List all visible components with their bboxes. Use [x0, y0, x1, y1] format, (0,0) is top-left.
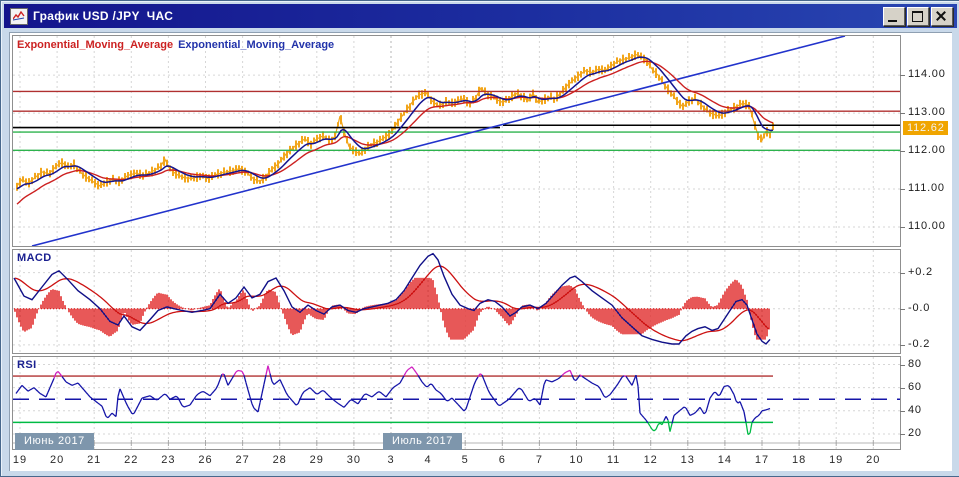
chart-window: График USD /JPY ЧАС Exponential_Moving_A… [0, 0, 959, 477]
y-axis-label: 112.00 [908, 144, 946, 156]
y-axis-tick [900, 189, 905, 190]
y-axis-tick [900, 151, 905, 152]
window-controls [883, 7, 953, 26]
y-axis-tick [900, 434, 905, 435]
price-chart[interactable] [13, 36, 900, 246]
y-axis-label: 80 [908, 358, 922, 370]
ema-slow-label: Exponential_Moving_Average [178, 39, 334, 51]
y-axis-label: 110.00 [908, 220, 946, 232]
candle-series [17, 50, 773, 190]
x-axis-day-label: 20 [50, 454, 64, 466]
y-axis-label: 114.00 [908, 68, 946, 80]
x-axis-day-label: 7 [536, 454, 543, 466]
x-axis-day-label: 23 [161, 454, 175, 466]
x-axis-day-label: 30 [347, 454, 361, 466]
y-axis-label: +0.2 [908, 266, 933, 278]
x-axis-day-label: 19 [829, 454, 843, 466]
chart-area: Exponential_Moving_Average Exponential_Mo… [9, 32, 952, 471]
x-axis-day-label: 12 [644, 454, 658, 466]
current-price-tag: 112.62 [903, 121, 948, 135]
window-title: График USD /JPY ЧАС [33, 9, 173, 23]
macd-signal-line [15, 266, 769, 341]
macd-label: MACD [17, 252, 52, 264]
y-axis-label: -0.2 [908, 338, 930, 350]
y-axis-tick [900, 309, 905, 310]
x-axis-day-label: 6 [499, 454, 506, 466]
x-axis-day-label: 19 [13, 454, 27, 466]
x-axis-day-label: 3 [387, 454, 394, 466]
y-axis-label: -0.0 [908, 302, 930, 314]
ema-fast-label: Exponential_Moving_Average [17, 39, 173, 51]
month-badge-july: Июль 2017 [383, 433, 462, 450]
y-axis-tick [900, 388, 905, 389]
minimize-button[interactable] [883, 7, 905, 26]
x-axis-day-label: 20 [866, 454, 880, 466]
chart-icon [10, 8, 28, 25]
y-axis-tick [900, 365, 905, 366]
x-axis-day-label: 29 [310, 454, 324, 466]
x-axis-day-label: 10 [569, 454, 583, 466]
minimize-icon [888, 20, 897, 22]
macd-chart[interactable] [13, 250, 900, 353]
x-axis-day-label: 13 [681, 454, 695, 466]
y-axis-label: 40 [908, 404, 922, 416]
x-axis-day-label: 17 [755, 454, 769, 466]
x-axis-day-label: 22 [124, 454, 138, 466]
maximize-icon [912, 11, 923, 22]
y-axis-label: 113.00 [908, 106, 946, 118]
y-axis-label: 111.00 [908, 182, 945, 194]
title-bar[interactable]: График USD /JPY ЧАС [4, 4, 957, 28]
price-line [17, 55, 773, 186]
maximize-button[interactable] [907, 7, 929, 26]
x-axis-day-label: 11 [607, 454, 620, 466]
macd-main-line [14, 254, 770, 344]
price-panel[interactable]: Exponential_Moving_Average Exponential_Mo… [12, 35, 901, 247]
month-badge-june: Июнь 2017 [15, 433, 94, 450]
y-axis-tick [900, 411, 905, 412]
y-axis-tick [900, 345, 905, 346]
rsi-label: RSI [17, 359, 37, 371]
x-axis-day-label: 26 [198, 454, 212, 466]
y-axis-tick [900, 113, 905, 114]
x-axis-day-label: 28 [273, 454, 287, 466]
close-button[interactable] [931, 7, 953, 26]
y-axis-tick [900, 273, 905, 274]
x-axis-day-label: 27 [235, 454, 249, 466]
y-axis-tick [900, 75, 905, 76]
x-axis-day-label: 14 [718, 454, 732, 466]
x-axis-day-label: 4 [425, 454, 432, 466]
y-axis-label: 20 [908, 427, 922, 439]
x-axis-day-label: 5 [462, 454, 469, 466]
y-axis-label: 60 [908, 381, 922, 393]
trendline [32, 36, 845, 246]
x-axis-day-label: 18 [792, 454, 806, 466]
indicator-labels: Exponential_Moving_Average Exponential_Mo… [17, 39, 334, 51]
x-axis-day-label: 21 [87, 454, 101, 466]
y-axis-tick [900, 227, 905, 228]
macd-panel[interactable]: MACD [12, 249, 901, 354]
